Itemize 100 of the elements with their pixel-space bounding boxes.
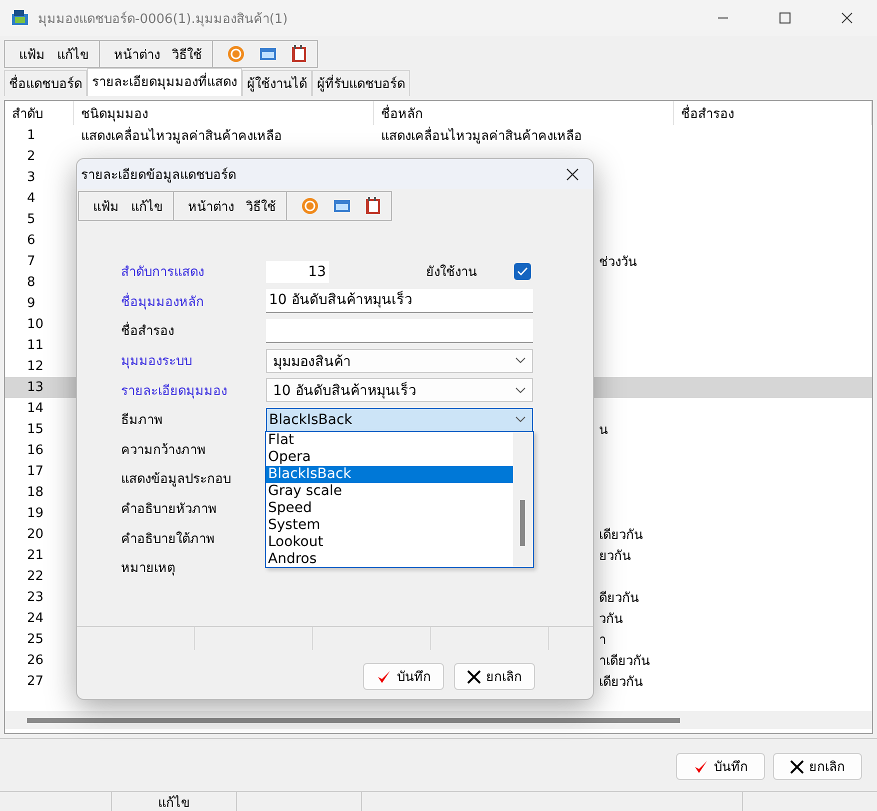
scrollbar-thumb[interactable] bbox=[27, 718, 680, 722]
dialog-button[interactable]: ยกเลิก bbox=[454, 663, 535, 690]
table-cell: เดียวกัน bbox=[599, 528, 643, 543]
calendar-icon[interactable] bbox=[259, 46, 277, 62]
column-header[interactable]: ชนิดมุมมอง bbox=[74, 101, 374, 125]
menu-item[interactable]: หน้าต่าง bbox=[188, 196, 234, 216]
field-label: หมายเหตุ bbox=[121, 560, 176, 578]
tab[interactable]: ชื่อแดชบอร์ด bbox=[4, 70, 87, 96]
chevron-down-icon bbox=[515, 416, 526, 424]
column-header[interactable]: สำดับ bbox=[5, 101, 74, 125]
chevron-down-icon bbox=[515, 386, 526, 394]
chevron-down-icon bbox=[515, 357, 526, 364]
dropdown-option[interactable]: System bbox=[266, 517, 513, 534]
field-label: ชื่อมุมมองหลัก bbox=[121, 292, 205, 312]
table-cell: 4 bbox=[27, 191, 36, 206]
table-cell: าเดียวกัน bbox=[599, 654, 650, 669]
dropdown-option[interactable]: Lookout bbox=[266, 534, 513, 551]
dropdown[interactable]: BlackIsBack bbox=[266, 408, 533, 432]
field-label: แสดงข้อมูลประกอบ bbox=[121, 471, 232, 490]
close-icon bbox=[790, 760, 804, 774]
dropdown-option[interactable]: Andros bbox=[266, 551, 513, 568]
dialog-button[interactable]: ยกเลิก bbox=[773, 753, 862, 780]
column-header[interactable]: ชื่อหลัก bbox=[374, 101, 674, 125]
dialog-button[interactable]: บันทึก bbox=[363, 663, 444, 690]
table-cell: 16 bbox=[27, 443, 44, 458]
app-icon bbox=[10, 8, 30, 28]
table-cell: า bbox=[599, 633, 606, 648]
window-title: มุมมองแดชบอร์ด-0006(1).มุมมองสินค้า(1) bbox=[38, 10, 288, 28]
field-label: ความกว้างภาพ bbox=[121, 442, 207, 460]
dropdown-option[interactable]: Flat bbox=[266, 432, 513, 449]
table-cell: 11 bbox=[27, 338, 44, 353]
menu-item[interactable]: แก้ไข bbox=[57, 44, 89, 64]
table-cell: ช่วงวัน bbox=[599, 255, 637, 270]
tab[interactable]: รายละเอียดมุมมองที่แสดง bbox=[87, 68, 242, 96]
field-label: คำอธิบายใต้ภาพ bbox=[121, 530, 216, 549]
table-cell: 9 bbox=[27, 296, 36, 311]
menu-item[interactable]: วิธีใช้ bbox=[246, 196, 276, 216]
status-text: แก้ไข bbox=[158, 796, 190, 811]
text-field[interactable] bbox=[266, 318, 533, 343]
field-label: รายละเอียดมุมมอง bbox=[121, 382, 228, 401]
dropdown[interactable]: 10 อันดับสินค้าหมุนเร็ว bbox=[266, 378, 533, 402]
field-label: คำอธิบายหัวภาพ bbox=[121, 501, 218, 520]
maximize-icon[interactable] bbox=[779, 12, 791, 24]
table-cell: 24 bbox=[27, 611, 44, 626]
table-cell: 5 bbox=[27, 212, 36, 227]
table-cell: 17 bbox=[27, 464, 44, 479]
checkbox[interactable] bbox=[514, 263, 531, 280]
table-cell: 23 bbox=[27, 590, 44, 605]
table-cell: ดียวกัน bbox=[599, 591, 639, 606]
dropdown[interactable]: มุมมองสินค้า bbox=[266, 348, 533, 373]
table-cell: 3 bbox=[27, 170, 36, 185]
scrollbar-thumb[interactable] bbox=[520, 500, 525, 546]
table-cell: แสดงเคลื่อนไหวมูลค่าสินค้าคงเหลือ bbox=[81, 129, 282, 144]
table-cell: 27 bbox=[27, 674, 44, 689]
table-cell: วกัน bbox=[599, 612, 623, 627]
table-cell: 12 bbox=[27, 359, 44, 374]
column-header[interactable]: ชื่อสำรอง bbox=[674, 101, 872, 125]
table-cell: 6 bbox=[27, 233, 36, 248]
notebook-icon[interactable] bbox=[291, 45, 307, 63]
field-label: สำดับการแสดง bbox=[121, 264, 205, 282]
close-icon[interactable] bbox=[566, 168, 579, 180]
table-cell: 26 bbox=[27, 653, 44, 668]
table-cell: 10 bbox=[27, 317, 44, 332]
dropdown-option[interactable]: BlackIsBack bbox=[266, 466, 513, 483]
table-cell: เดียวกัน bbox=[599, 675, 643, 690]
menu-item[interactable]: วิธีใช้ bbox=[172, 44, 202, 64]
dialog-title: รายละเอียดข้อมูลแดชบอร์ด bbox=[81, 166, 236, 184]
close-icon bbox=[467, 670, 481, 684]
table-cell: 8 bbox=[27, 275, 36, 290]
dialog-button[interactable]: บันทึก bbox=[676, 753, 765, 780]
tab[interactable]: ผู้ที่รับแดชบอร์ด bbox=[312, 70, 410, 96]
check-icon bbox=[517, 267, 528, 276]
table-cell: 2 bbox=[27, 149, 36, 164]
table-cell: 25 bbox=[27, 632, 44, 647]
menu-item[interactable]: หน้าต่าง bbox=[114, 44, 160, 64]
field-label: ธีมภาพ bbox=[121, 412, 164, 430]
table-cell: 13 bbox=[27, 380, 44, 395]
table-cell: 22 bbox=[27, 569, 44, 584]
table-cell: น bbox=[599, 423, 608, 438]
table-cell: 14 bbox=[27, 401, 44, 416]
table-cell: แสดงเคลื่อนไหวมูลค่าสินค้าคงเหลือ bbox=[381, 129, 582, 144]
text-field[interactable]: 10 อันดับสินค้าหมุนเร็ว bbox=[266, 289, 533, 314]
table-cell: 7 bbox=[27, 254, 36, 269]
table-cell: 18 bbox=[27, 485, 44, 500]
dropdown-option[interactable]: Speed bbox=[266, 500, 513, 517]
table-cell: 19 bbox=[27, 506, 44, 521]
number-field[interactable]: 13 bbox=[266, 260, 329, 283]
calendar-icon[interactable] bbox=[333, 198, 351, 214]
menu-item[interactable]: แก้ไข bbox=[131, 196, 163, 216]
dropdown-option[interactable]: Opera bbox=[266, 449, 513, 466]
menu-item[interactable]: แฟ้ม bbox=[93, 196, 119, 216]
table-cell: ยวกัน bbox=[599, 549, 631, 564]
dropdown-option[interactable]: Gray scale bbox=[266, 483, 513, 500]
close-icon[interactable] bbox=[841, 12, 853, 24]
notebook-icon[interactable] bbox=[365, 197, 381, 215]
table-cell: 20 bbox=[27, 527, 44, 542]
table-cell: 15 bbox=[27, 422, 44, 437]
field-label: ชื่อสำรอง bbox=[121, 320, 266, 342]
menu-item[interactable]: แฟ้ม bbox=[19, 44, 45, 64]
tab[interactable]: ผู้ใช้งานได้ bbox=[242, 70, 312, 96]
